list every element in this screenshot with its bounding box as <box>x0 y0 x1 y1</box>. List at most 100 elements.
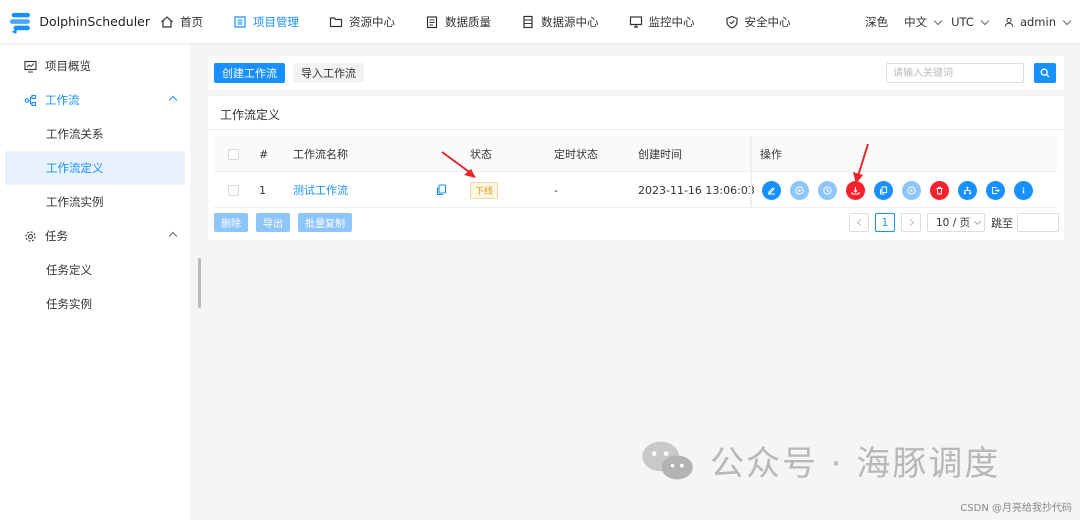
select-all-checkbox[interactable] <box>228 148 239 160</box>
divider <box>208 129 1064 130</box>
chevron-up-icon <box>168 231 178 241</box>
edit-icon <box>768 187 775 195</box>
upload-icon <box>851 187 860 195</box>
batch-delete-button[interactable]: 删除 <box>214 213 248 232</box>
nav-security-center[interactable]: 安全中心 <box>725 0 791 44</box>
clock-icon <box>823 186 832 195</box>
chevron-up-icon <box>168 95 178 105</box>
jump-label: 跳至 <box>991 216 1013 230</box>
play-icon <box>795 186 804 195</box>
user-menu[interactable]: admin <box>1004 15 1072 29</box>
sidebar-item-overview[interactable]: 项目概览 <box>0 49 190 83</box>
annotation-arrow-status <box>441 151 476 178</box>
copy-icon <box>436 184 447 196</box>
gear-icon <box>25 230 36 242</box>
card-title: 工作流定义 <box>220 108 281 122</box>
app-name: DolphinScheduler <box>39 14 150 29</box>
tree-view-button[interactable] <box>958 181 977 200</box>
export-icon <box>992 187 1000 194</box>
info-icon <box>1022 187 1025 194</box>
chevron-right-icon <box>906 218 914 227</box>
watermark-text: 公众号 · 海豚调度 <box>710 444 1001 484</box>
table-header: # 工作流名称 状态 定时状态 创建时间 操作 <box>214 136 1057 172</box>
timing-button[interactable] <box>818 181 837 200</box>
nav-project-management[interactable]: 项目管理 <box>233 0 299 44</box>
nav-resource-center[interactable]: 资源中心 <box>329 0 395 44</box>
delete-button[interactable] <box>930 181 949 200</box>
project-icon <box>234 15 246 28</box>
chevron-down-icon <box>1062 16 1072 25</box>
col-name: 工作流名称 <box>293 148 348 161</box>
batch-export-button[interactable]: 导出 <box>256 213 290 232</box>
tree-icon <box>963 186 972 195</box>
created-time: 2023-11-16 13:06:03 <box>638 183 755 197</box>
watermark-source: CSDN @月亮给我抄代码 <box>960 503 1072 514</box>
status-badge: 下线 <box>470 181 499 199</box>
chevron-down-icon <box>980 16 990 25</box>
row-checkbox[interactable] <box>228 184 239 196</box>
nav-data-quality[interactable]: 数据质量 <box>425 0 491 44</box>
workflow-table: # 工作流名称 状态 定时状态 创建时间 操作 1 测试工作流 下线 - 202… <box>214 136 1057 208</box>
page-number[interactable]: 1 <box>875 213 895 232</box>
clipboard-icon <box>426 15 438 28</box>
workflow-icon <box>24 94 37 106</box>
workflow-name-link[interactable]: 测试工作流 <box>293 172 348 208</box>
create-workflow-button[interactable]: 创建工作流 <box>214 63 285 83</box>
col-created-time: 创建时间 <box>638 148 682 161</box>
toolbar: 创建工作流 导入工作流 <box>208 56 1064 90</box>
jump-page-input[interactable] <box>1017 213 1059 232</box>
top-header: DolphinScheduler 首页 项目管理 资源中心 数据质量 数据源中心… <box>0 0 1080 44</box>
dolphin-logo-icon <box>9 12 30 34</box>
shield-icon <box>725 15 738 28</box>
export-button[interactable] <box>986 181 1005 200</box>
chevron-down-icon <box>974 217 982 225</box>
copy-workflow-button[interactable] <box>874 181 893 200</box>
sidebar-item-task-instance[interactable]: 任务实例 <box>0 287 190 321</box>
page-size-select[interactable]: 10 / 页 <box>927 213 985 232</box>
sidebar-item-workflow-relation[interactable]: 工作流关系 <box>0 117 190 151</box>
prev-page-button[interactable] <box>849 213 869 232</box>
folder-icon <box>329 16 343 27</box>
col-index: # <box>259 147 269 161</box>
user-icon <box>1004 17 1014 27</box>
sidebar-item-workflow-definition[interactable]: 工作流定义 <box>5 151 185 185</box>
row-index: 1 <box>259 183 266 197</box>
col-schedule-status: 定时状态 <box>554 148 598 161</box>
timezone-select[interactable]: UTC <box>951 15 990 29</box>
nav-datasource-center[interactable]: 数据源中心 <box>521 0 599 44</box>
wechat-icon <box>642 441 693 479</box>
app-logo[interactable]: DolphinScheduler <box>0 7 150 37</box>
language-select[interactable]: 中文 <box>904 14 943 30</box>
batch-copy-button[interactable]: 批量复制 <box>298 213 352 232</box>
search-input[interactable] <box>886 63 1024 83</box>
schedule-status: - <box>554 183 558 197</box>
next-page-button[interactable] <box>901 213 921 232</box>
search-icon <box>1040 68 1050 78</box>
sidebar-item-task-definition[interactable]: 任务定义 <box>0 253 190 287</box>
run-button[interactable] <box>790 181 809 200</box>
database-icon <box>523 15 533 28</box>
sidebar-item-workflow-instance[interactable]: 工作流实例 <box>0 185 190 219</box>
cron-manage-button[interactable] <box>902 181 921 200</box>
version-info-button[interactable] <box>1014 181 1033 200</box>
table-row: 1 测试工作流 下线 - 2023-11-16 13:06:03 <box>214 172 1057 208</box>
sidebar: 项目概览 工作流 工作流关系 工作流定义 工作流实例 任务 任务定义 任务实例 <box>0 45 190 520</box>
nav-home[interactable]: 首页 <box>160 0 203 44</box>
home-icon <box>161 15 173 28</box>
theme-toggle[interactable]: 深色 <box>865 14 888 30</box>
sidebar-item-task[interactable]: 任务 <box>0 219 190 253</box>
chevron-left-icon <box>856 218 864 227</box>
import-workflow-button[interactable]: 导入工作流 <box>293 63 364 83</box>
search-button[interactable] <box>1034 63 1056 83</box>
sidebar-item-workflow[interactable]: 工作流 <box>0 83 190 117</box>
time-manage-icon <box>907 186 916 195</box>
edit-button[interactable] <box>762 181 781 200</box>
watermark: 公众号 · 海豚调度 <box>640 436 1000 485</box>
nav-monitor-center[interactable]: 监控中心 <box>629 0 695 44</box>
dashboard-icon <box>24 60 37 72</box>
header-right: 深色 中文 UTC admin <box>851 0 1072 44</box>
scrollbar-thumb[interactable] <box>198 258 201 308</box>
pagination: 1 10 / 页 跳至 <box>849 213 1059 232</box>
col-operations: 操作 <box>760 148 782 161</box>
monitor-icon <box>629 15 642 28</box>
